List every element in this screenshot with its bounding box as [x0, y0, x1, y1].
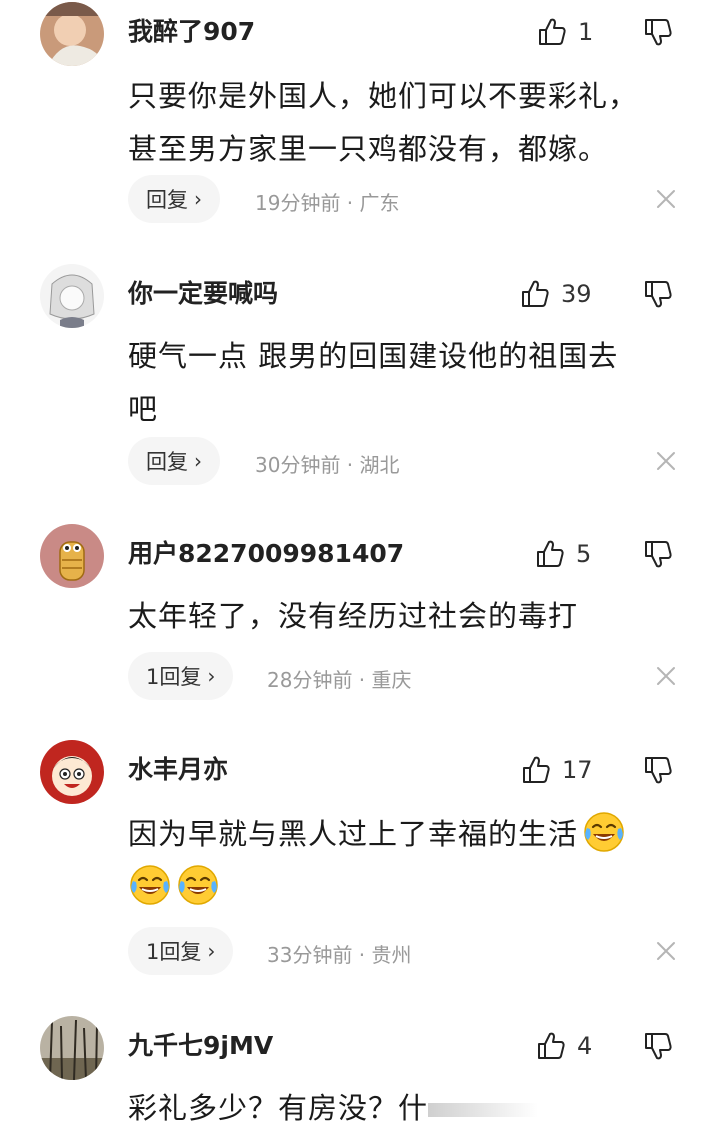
like-button[interactable]: 17 — [520, 752, 593, 788]
comment-text: 太年轻了，没有经历过社会的毒打 — [128, 599, 579, 633]
avatar[interactable] — [40, 2, 104, 66]
avatar[interactable] — [40, 740, 104, 804]
like-button[interactable]: 5 — [534, 536, 591, 572]
chevron-right-icon: › — [207, 664, 216, 688]
laugh-cry-emoji — [128, 863, 172, 907]
laugh-cry-emoji — [176, 863, 220, 907]
username[interactable]: 九千七9jMV — [128, 1026, 273, 1062]
truncation-fade — [428, 1103, 539, 1117]
dismiss-button[interactable] — [655, 940, 677, 962]
like-count: 17 — [562, 756, 593, 784]
dismiss-button[interactable] — [655, 188, 677, 210]
thumbs-up-icon — [535, 1030, 567, 1062]
anime-sketch-avatar — [40, 264, 104, 328]
like-count: 5 — [576, 540, 592, 568]
comment-meta: 19分钟前 · 广东 — [255, 191, 400, 215]
avatar[interactable] — [40, 524, 104, 588]
thumbs-down-icon — [642, 278, 674, 310]
thumbs-down-icon — [642, 16, 674, 48]
username[interactable]: 用户8227009981407 — [128, 534, 404, 570]
comment-meta: 33分钟前 · 贵州 — [267, 943, 412, 967]
like-button[interactable]: 1 — [536, 14, 593, 50]
username[interactable]: 水丰月亦 — [128, 750, 228, 786]
cartoon-bread-avatar — [40, 524, 104, 588]
thumbs-up-icon — [519, 278, 551, 310]
comment-text: 只要你是外国人，她们可以不要彩礼， 甚至男方家里一只鸡都没有，都嫁。 — [128, 79, 639, 166]
thumbs-down-icon — [642, 1030, 674, 1062]
close-icon — [655, 665, 677, 687]
username[interactable]: 我醉了907 — [128, 12, 255, 48]
dislike-button[interactable] — [642, 278, 674, 310]
like-count: 39 — [561, 280, 592, 308]
comment-meta: 28分钟前 · 重庆 — [267, 668, 412, 692]
like-button[interactable]: 4 — [535, 1028, 592, 1064]
dismiss-button[interactable] — [655, 450, 677, 472]
dismiss-button[interactable] — [655, 665, 677, 687]
reply-button[interactable]: 1回复 › — [128, 927, 234, 975]
comment-meta: 30分钟前 · 湖北 — [255, 453, 400, 477]
laugh-cry-emoji — [582, 810, 626, 854]
reply-button[interactable]: 1回复 › — [128, 652, 234, 700]
baby-photo-avatar — [40, 2, 104, 66]
thumbs-down-icon — [642, 754, 674, 786]
like-count: 4 — [577, 1032, 593, 1060]
thumbs-up-icon — [536, 16, 568, 48]
like-button[interactable]: 39 — [519, 276, 592, 312]
like-count: 1 — [578, 18, 594, 46]
chevron-right-icon: › — [194, 449, 202, 473]
chevron-right-icon: › — [207, 939, 216, 963]
dislike-button[interactable] — [642, 538, 674, 570]
comment-text: 因为早就与黑人过上了幸福的生活 — [128, 808, 688, 914]
close-icon — [655, 450, 677, 472]
avatar[interactable] — [40, 1016, 104, 1080]
dislike-button[interactable] — [642, 16, 674, 48]
reply-button[interactable]: 回复 › — [128, 175, 220, 223]
reply-button[interactable]: 回复 › — [128, 437, 220, 485]
username[interactable]: 你一定要喊吗 — [128, 274, 278, 310]
comment-text: 硬气一点 跟男的回国建设他的祖国去 吧 — [128, 339, 619, 426]
close-icon — [655, 940, 677, 962]
cartoon-face-avatar — [40, 740, 104, 804]
chevron-right-icon: › — [194, 187, 202, 211]
thumbs-up-icon — [520, 754, 552, 786]
comment-text: 彩礼多少？有房没？什 — [128, 1082, 668, 1135]
avatar[interactable] — [40, 264, 104, 328]
thumbs-up-icon — [534, 538, 566, 570]
dislike-button[interactable] — [642, 754, 674, 786]
dislike-button[interactable] — [642, 1030, 674, 1062]
thumbs-down-icon — [642, 538, 674, 570]
forest-photo-avatar — [40, 1016, 104, 1080]
close-icon — [655, 188, 677, 210]
